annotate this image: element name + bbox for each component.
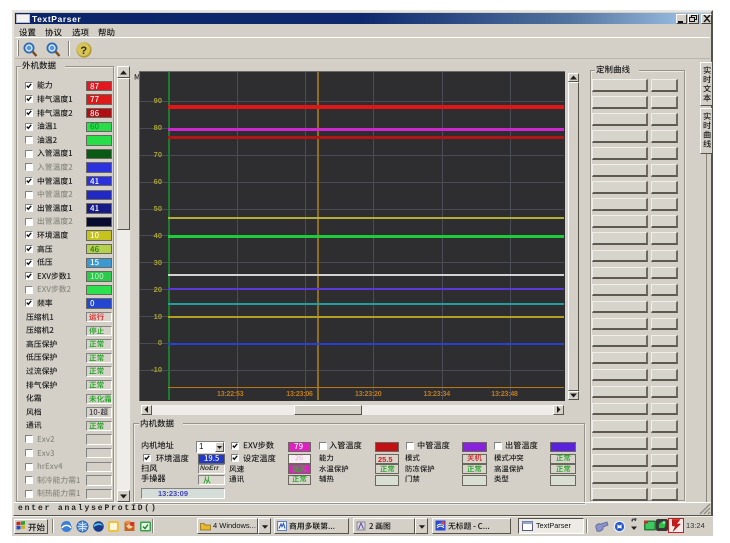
svg-text:?: ? — [80, 45, 87, 57]
